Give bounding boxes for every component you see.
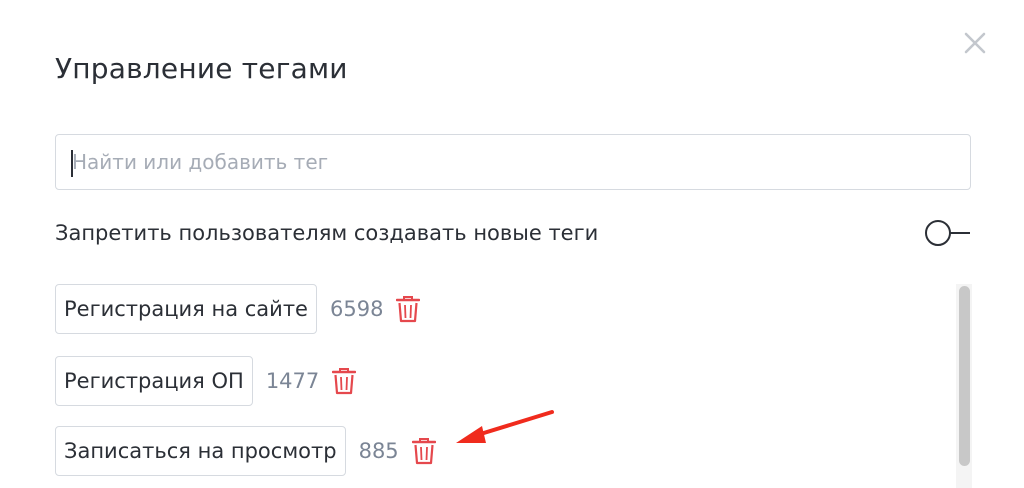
close-icon <box>964 32 986 54</box>
tag-usage-count: 6598 <box>329 297 384 321</box>
forbid-new-tags-setting: Запретить пользователям создавать новые … <box>55 218 971 248</box>
dialog-title: Управление тегами <box>55 52 348 85</box>
tag-usage-count: 1477 <box>265 369 320 393</box>
tag-chip[interactable]: Регистрация на сайте <box>55 284 317 334</box>
tag-search-input[interactable] <box>56 135 970 189</box>
tag-chip[interactable]: Записаться на просмотр <box>55 426 346 476</box>
text-caret <box>71 150 73 177</box>
forbid-new-tags-toggle[interactable] <box>923 218 971 248</box>
forbid-new-tags-label: Запретить пользователям создавать новые … <box>55 221 599 245</box>
tag-search-field[interactable] <box>55 134 971 190</box>
tag-row: Регистрация ОП 1477 <box>55 356 357 406</box>
trash-icon[interactable] <box>395 294 421 324</box>
toggle-off-icon <box>925 220 970 246</box>
trash-icon[interactable] <box>331 366 357 396</box>
scrollbar-thumb[interactable] <box>959 286 970 466</box>
tag-row: Записаться на просмотр 885 <box>55 426 437 476</box>
tag-chip[interactable]: Регистрация ОП <box>55 356 253 406</box>
trash-icon[interactable] <box>411 436 437 466</box>
close-button[interactable] <box>958 26 992 60</box>
tag-list: Регистрация на сайте 6598 Регистрация ОП… <box>55 284 915 488</box>
manage-tags-dialog: Управление тегами Запретить пользователя… <box>0 0 1024 488</box>
tag-row: Регистрация на сайте 6598 <box>55 284 421 334</box>
tag-usage-count: 885 <box>358 439 399 463</box>
